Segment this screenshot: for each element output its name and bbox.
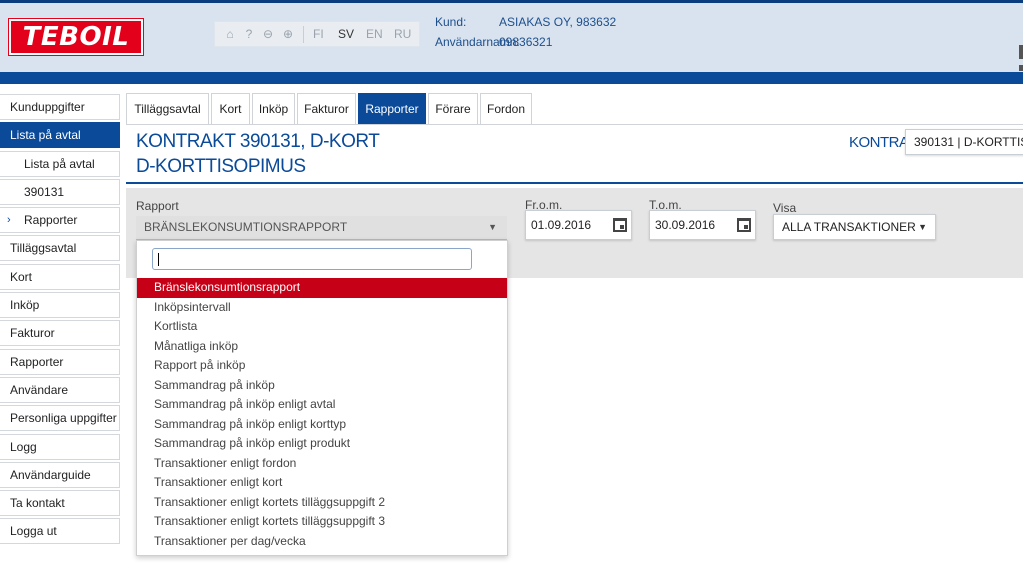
tab-rapporter[interactable]: Rapporter (358, 93, 426, 125)
sidebar-item-logga-ut[interactable]: Logga ut (0, 518, 120, 545)
sidebar-item-anvandarguide[interactable]: Användarguide (0, 461, 120, 488)
contract-select[interactable]: 390131 | D-KORTTIS (905, 129, 1023, 155)
sidebar-item-rapporter[interactable]: Rapporter (0, 348, 120, 375)
sidebar-item-ta-kontakt[interactable]: Ta kontakt (0, 490, 120, 517)
lang-en[interactable]: EN (366, 27, 383, 41)
caret-down-icon: ▼ (488, 222, 497, 232)
sidebar-item-label: Användare (10, 382, 69, 397)
tab-inkop[interactable]: Inköp (252, 93, 295, 125)
sidebar-item-label: Kunduppgifter (10, 100, 85, 114)
report-dropdown: Bränslekonsumtionsrapport Inköpsinterval… (136, 240, 508, 556)
dropdown-option[interactable]: Transaktioner enligt fordon (137, 454, 507, 474)
dropdown-option[interactable]: Transaktioner enligt kortets tilläggsupp… (137, 493, 507, 513)
tab-fordon[interactable]: Fordon (480, 93, 532, 125)
report-select-value: BRÄNSLEKONSUMTIONSRAPPORT (144, 220, 348, 234)
sidebar-item-label: Tilläggsavtal (10, 241, 77, 256)
sidebar-item-personliga-uppgifter[interactable]: Personliga uppgifter (0, 405, 120, 432)
dropdown-option[interactable]: Sammandrag på inköp enligt korttyp (137, 415, 507, 435)
help-icon[interactable]: ? (242, 27, 256, 41)
tab-kort[interactable]: Kort (211, 93, 250, 125)
lang-ru[interactable]: RU (394, 27, 411, 41)
zoom-in-icon[interactable]: ⊕ (281, 27, 295, 41)
sidebar-item-label: Lista på avtal (24, 156, 95, 171)
calendar-icon[interactable] (737, 218, 751, 232)
zoom-out-icon[interactable]: ⊖ (261, 27, 275, 41)
caret-down-icon: ▼ (918, 222, 927, 232)
scrollbar-handle[interactable] (1019, 45, 1023, 59)
dropdown-option[interactable]: Sammandrag på inköp (137, 376, 507, 396)
dropdown-option[interactable]: Transaktioner per dag/vecka (137, 532, 507, 552)
sidebar-item-kort[interactable]: Kort (0, 263, 120, 290)
scrollbar-handle-2[interactable] (1019, 65, 1023, 71)
sidebar-item-label: Fakturor (10, 326, 55, 341)
toolbar: ⌂ ? ⊖ ⊕ FI SV EN RU (214, 21, 420, 47)
sidebar-item-kunduppgifter[interactable]: Kunduppgifter (0, 94, 120, 120)
tab-tillaggsavtal[interactable]: Tilläggsavtal (126, 93, 209, 125)
sidebar-subitem-390131[interactable]: 390131 (0, 178, 120, 205)
customer-value: ASIAKAS OY, 983632 (499, 15, 617, 29)
calendar-icon[interactable] (613, 218, 627, 232)
teboil-logo[interactable]: TEBOIL (9, 19, 143, 55)
show-transactions-value: ALLA TRANSAKTIONER (782, 220, 916, 234)
show-label: Visa (773, 201, 797, 215)
dropdown-option[interactable]: Bränslekonsumtionsrapport (137, 278, 507, 298)
to-date-input[interactable]: 30.09.2016 (649, 210, 756, 240)
sidebar-item-logg[interactable]: Logg (0, 433, 120, 460)
toolbar-divider (303, 26, 304, 43)
sidebar-item-label: Ta kontakt (10, 496, 65, 511)
page-subtitle: D-KORTTISOPIMUS (136, 156, 306, 177)
dropdown-option[interactable]: Kortlista (137, 317, 507, 337)
sidebar-item-label: Inköp (10, 298, 40, 313)
sidebar-item-label: Lista på avtal (10, 128, 81, 143)
sidebar-item-tillaggsavtal[interactable]: Tilläggsavtal (0, 235, 120, 262)
customer-label: Kund: (435, 15, 467, 29)
sidebar-item-label: Logg (10, 439, 37, 454)
dropdown-search-input[interactable] (152, 248, 472, 270)
tab-fakturor[interactable]: Fakturor (297, 93, 356, 125)
sidebar-item-label: Personliga uppgifter (10, 411, 117, 426)
sidebar-item-anvandare[interactable]: Användare (0, 376, 120, 403)
dropdown-option[interactable]: Rapport på inköp (137, 356, 507, 376)
sidebar-item-fakturor[interactable]: Fakturor (0, 320, 120, 347)
header: TEBOIL ⌂ ? ⊖ ⊕ FI SV EN RU Kund: ASIAKAS… (0, 0, 1023, 72)
sidebar-item-label: Användarguide (10, 467, 91, 482)
sidebar-item-label: Rapporter (10, 354, 64, 369)
dropdown-option[interactable]: Transaktioner enligt kort (137, 473, 507, 493)
lang-sv[interactable]: SV (338, 27, 354, 41)
from-date-input[interactable]: 01.09.2016 (525, 210, 632, 240)
show-transactions-button[interactable]: ALLA TRANSAKTIONER ▼ (773, 214, 936, 240)
text-cursor (158, 253, 159, 266)
dropdown-option[interactable]: Sammandrag på inköp enligt avtal (137, 395, 507, 415)
dropdown-option[interactable]: Sammandrag på inköp enligt produkt (137, 434, 507, 454)
home-icon[interactable]: ⌂ (223, 27, 237, 41)
sidebar-item-lista-pa-avtal[interactable]: Lista på avtal (0, 122, 120, 149)
sidebar-item-label: Logga ut (10, 524, 57, 539)
report-select[interactable]: BRÄNSLEKONSUMTIONSRAPPORT ▼ (136, 216, 507, 240)
tab-forare[interactable]: Förare (428, 93, 478, 125)
sidebar-subitem-lista-pa-avtal[interactable]: Lista på avtal (0, 150, 120, 177)
header-bar (0, 72, 1023, 84)
page-title: KONTRAKT 390131, D-KORT (136, 131, 380, 152)
report-label: Rapport (136, 199, 179, 213)
username-value: 09836321 (499, 35, 553, 49)
dropdown-option[interactable]: Månatliga inköp (137, 337, 507, 357)
sidebar-subitem-rapporter[interactable]: › Rapporter (0, 207, 120, 234)
sidebar-item-label: 390131 (24, 184, 65, 199)
sidebar: Kunduppgifter Lista på avtal Lista på av… (0, 94, 120, 547)
dropdown-option[interactable]: Inköpsintervall (137, 298, 507, 318)
lang-fi[interactable]: FI (313, 27, 324, 41)
from-date-value: 01.09.2016 (531, 218, 592, 232)
sidebar-item-label: Rapporter (24, 213, 78, 228)
to-date-value: 30.09.2016 (655, 218, 716, 232)
chevron-right-icon: › (7, 214, 11, 227)
dropdown-option[interactable]: Transaktioner enligt kortets tilläggsupp… (137, 512, 507, 532)
sidebar-item-inkop[interactable]: Inköp (0, 292, 120, 319)
dropdown-list: Bränslekonsumtionsrapport Inköpsinterval… (137, 278, 507, 551)
sidebar-item-label: Kort (10, 269, 33, 284)
page-header: KONTRAKT 390131, D-KORT D-KORTTISOPIMUS … (126, 125, 1023, 184)
